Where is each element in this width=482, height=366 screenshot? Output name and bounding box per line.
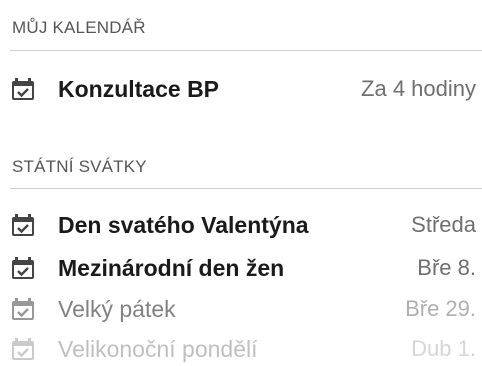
event-row-velky-patek[interactable]: Velký pátek Bře 29. bbox=[12, 294, 476, 324]
holidays-divider bbox=[10, 188, 482, 189]
event-title: Velký pátek bbox=[58, 295, 176, 322]
holidays-heading: STÁTNÍ SVÁTKY bbox=[12, 157, 147, 176]
event-row-valentyn[interactable]: Den svatého Valentýna Středa bbox=[12, 210, 476, 240]
event-title: Mezinárodní den žen bbox=[58, 254, 285, 281]
event-date: Středa bbox=[411, 212, 476, 237]
event-row-konzultace-bp[interactable]: Konzultace BP Za 4 hodiny bbox=[12, 74, 476, 104]
calendar-check-icon bbox=[12, 78, 34, 100]
event-title: Konzultace BP bbox=[58, 75, 220, 102]
event-row-velikonocni-pondeli[interactable]: Velikonoční pondělí Dub 1. bbox=[12, 334, 476, 364]
calendar-check-icon bbox=[12, 338, 34, 360]
my-calendar-divider bbox=[10, 50, 482, 51]
my-calendar-heading: MŮJ KALENDÁŘ bbox=[12, 18, 146, 37]
calendar-check-icon bbox=[12, 214, 34, 236]
event-time: Za 4 hodiny bbox=[361, 76, 476, 101]
event-title: Den svatého Valentýna bbox=[58, 211, 309, 238]
calendar-check-icon bbox=[12, 298, 34, 320]
event-title: Velikonoční pondělí bbox=[58, 335, 258, 362]
calendar-check-icon bbox=[12, 257, 34, 279]
event-row-den-zen[interactable]: Mezinárodní den žen Bře 8. bbox=[12, 253, 476, 283]
event-date: Bře 8. bbox=[417, 255, 476, 280]
event-date: Dub 1. bbox=[411, 336, 476, 361]
event-date: Bře 29. bbox=[405, 296, 476, 321]
